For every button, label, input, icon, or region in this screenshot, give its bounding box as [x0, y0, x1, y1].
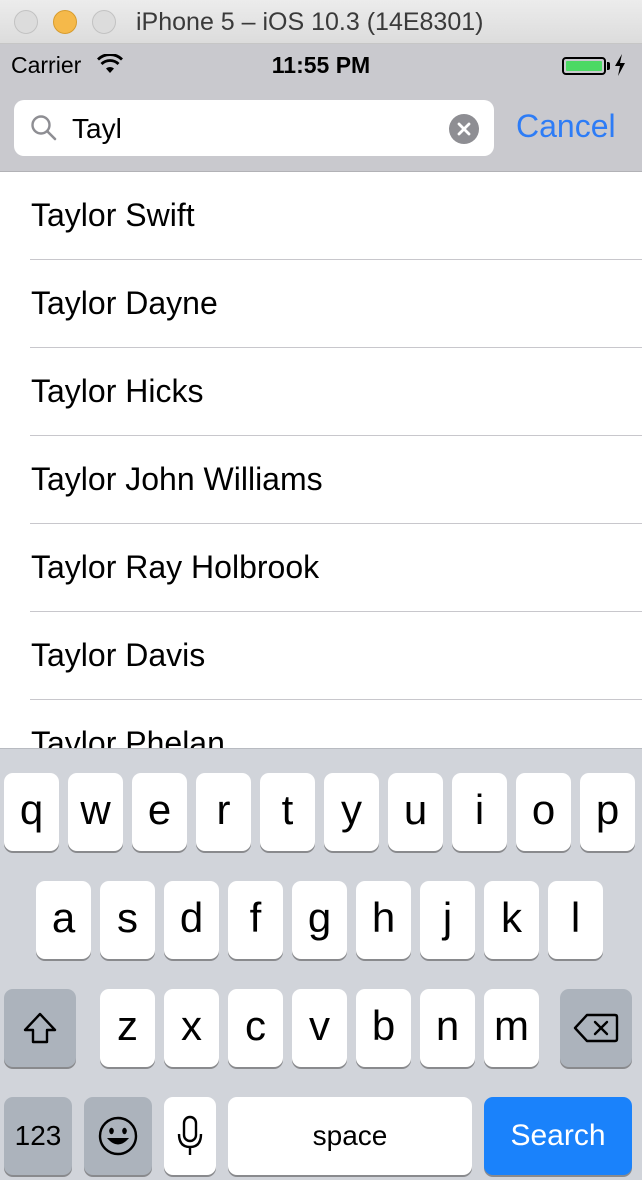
list-item-label: Taylor John Williams — [31, 461, 323, 497]
key-o[interactable]: o — [516, 773, 571, 851]
results-list: Taylor Swift Taylor Dayne Taylor Hicks T… — [0, 172, 642, 749]
list-item[interactable]: Taylor Davis — [0, 612, 642, 700]
key-p[interactable]: p — [580, 773, 635, 851]
key-d[interactable]: d — [164, 881, 219, 959]
shift-icon — [23, 1012, 57, 1044]
window-minimize-button[interactable] — [53, 10, 77, 34]
clear-icon — [457, 122, 471, 136]
window-title: iPhone 5 – iOS 10.3 (14E8301) — [136, 8, 484, 36]
numbers-key[interactable]: 123 — [4, 1097, 72, 1175]
microphone-icon — [177, 1115, 203, 1155]
key-w[interactable]: w — [68, 773, 123, 851]
list-item-label: Taylor Dayne — [31, 285, 218, 321]
key-l[interactable]: l — [548, 881, 603, 959]
window-close-button[interactable] — [14, 10, 38, 34]
key-h[interactable]: h — [356, 881, 411, 959]
key-c[interactable]: c — [228, 989, 283, 1067]
key-k[interactable]: k — [484, 881, 539, 959]
key-g[interactable]: g — [292, 881, 347, 959]
dictation-key[interactable] — [164, 1097, 216, 1175]
battery-icon — [562, 57, 606, 75]
list-item[interactable]: Taylor Hicks — [0, 348, 642, 436]
search-field[interactable] — [14, 100, 494, 156]
key-q[interactable]: q — [4, 773, 59, 851]
battery-nub — [607, 62, 610, 70]
list-item[interactable]: Taylor Phelan — [0, 700, 642, 749]
emoji-key[interactable] — [84, 1097, 152, 1175]
key-y[interactable]: y — [324, 773, 379, 851]
charging-icon — [614, 54, 626, 81]
list-item[interactable]: Taylor Ray Holbrook — [0, 524, 642, 612]
window-zoom-button[interactable] — [92, 10, 116, 34]
key-s[interactable]: s — [100, 881, 155, 959]
key-m[interactable]: m — [484, 989, 539, 1067]
search-bar: Cancel — [0, 86, 642, 172]
key-t[interactable]: t — [260, 773, 315, 851]
window-titlebar: iPhone 5 – iOS 10.3 (14E8301) — [0, 0, 642, 44]
shift-key[interactable] — [4, 989, 76, 1067]
search-input[interactable] — [72, 113, 442, 145]
key-u[interactable]: u — [388, 773, 443, 851]
key-a[interactable]: a — [36, 881, 91, 959]
cancel-button[interactable]: Cancel — [516, 108, 616, 145]
status-time: 11:55 PM — [271, 52, 371, 78]
list-item-label: Taylor Phelan — [31, 725, 225, 749]
delete-key[interactable] — [560, 989, 632, 1067]
delete-icon — [573, 1013, 619, 1043]
key-b[interactable]: b — [356, 989, 411, 1067]
key-x[interactable]: x — [164, 989, 219, 1067]
key-r[interactable]: r — [196, 773, 251, 851]
list-item-label: Taylor Ray Holbrook — [31, 549, 320, 585]
emoji-icon — [98, 1116, 138, 1156]
key-z[interactable]: z — [100, 989, 155, 1067]
list-item-label: Taylor Hicks — [31, 373, 204, 409]
list-item[interactable]: Taylor Dayne — [0, 260, 642, 348]
status-bar: Carrier 11:55 PM — [0, 44, 642, 86]
key-j[interactable]: j — [420, 881, 475, 959]
list-item[interactable]: Taylor Swift — [0, 172, 642, 260]
keyboard: q w e r t y u i o p a s d f g h j k l z … — [0, 748, 642, 1180]
key-n[interactable]: n — [420, 989, 475, 1067]
key-v[interactable]: v — [292, 989, 347, 1067]
key-i[interactable]: i — [452, 773, 507, 851]
key-f[interactable]: f — [228, 881, 283, 959]
search-icon — [30, 114, 58, 147]
space-key[interactable]: space — [228, 1097, 472, 1175]
list-item-label: Taylor Davis — [31, 637, 206, 673]
list-item[interactable]: Taylor John Williams — [0, 436, 642, 524]
search-key[interactable]: Search — [484, 1097, 632, 1175]
list-item-label: Taylor Swift — [31, 197, 195, 233]
clear-text-button[interactable] — [449, 114, 479, 144]
key-e[interactable]: e — [132, 773, 187, 851]
